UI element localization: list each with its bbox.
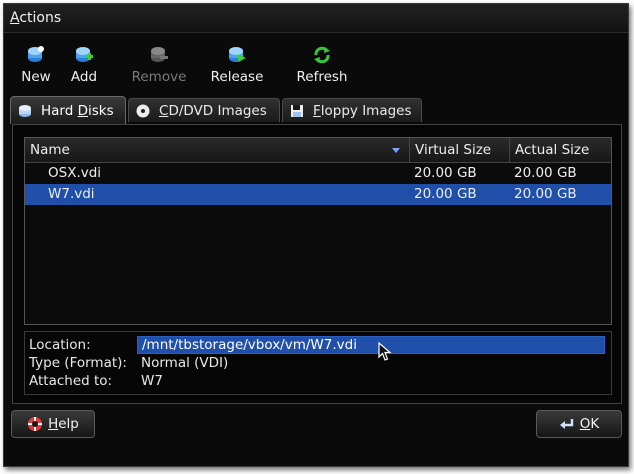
row-virtual-size: 20.00 GB: [414, 165, 477, 181]
row-name: W7.vdi: [48, 186, 95, 202]
tab-hard-disks[interactable]: Hard Disks: [10, 96, 126, 124]
refresh-label: Refresh: [296, 69, 348, 85]
floppy-icon: [291, 104, 303, 117]
refresh-button[interactable]: Refresh: [292, 45, 352, 85]
release-button[interactable]: Release: [206, 45, 268, 85]
ok-button[interactable]: OK: [536, 410, 622, 438]
location-label: Location:: [29, 337, 91, 353]
media-tabs: Hard Disks CD/DVD Images Floppy Images: [10, 96, 622, 124]
enter-arrow-icon: [559, 419, 573, 429]
mouse-pointer-icon: [378, 342, 392, 361]
row-name: OSX.vdi: [48, 165, 102, 181]
details-pane: Location: /mnt/tbstorage/vbox/vm/W7.vdi …: [24, 331, 612, 395]
remove-label: Remove: [131, 69, 187, 85]
lifebuoy-icon: [28, 417, 43, 431]
location-field[interactable]: /mnt/tbstorage/vbox/vm/W7.vdi: [137, 336, 605, 354]
attached-label: Attached to:: [29, 373, 113, 389]
hard-disks-panel: Name Virtual Size Actual Size OSX.vdi 20…: [12, 124, 622, 404]
new-button[interactable]: New: [17, 45, 55, 85]
refresh-icon: [314, 46, 330, 64]
cd-icon: [136, 104, 150, 117]
hard-disk-list[interactable]: Name Virtual Size Actual Size OSX.vdi 20…: [24, 137, 612, 325]
remove-disk-icon: [151, 47, 168, 62]
location-value: /mnt/tbstorage/vbox/vm/W7.vdi: [142, 337, 357, 353]
add-button[interactable]: Add: [66, 45, 102, 85]
toolbar: New Add Remove Release Refresh: [4, 33, 628, 91]
help-button[interactable]: Help: [11, 410, 95, 438]
add-label: Add: [70, 69, 98, 85]
type-label: Type (Format):: [29, 355, 127, 371]
table-row[interactable]: OSX.vdi 20.00 GB 20.00 GB: [25, 163, 611, 184]
hard-disk-icon: [19, 104, 31, 117]
tab-floppy-images[interactable]: Floppy Images: [282, 98, 422, 122]
menubar: Actions: [4, 4, 628, 33]
add-disk-icon: [76, 47, 93, 62]
tab-cd-dvd-images[interactable]: CD/DVD Images: [128, 98, 280, 122]
virtual-media-manager-window: Actions New Add Remove Release Refresh H…: [3, 3, 629, 467]
remove-button[interactable]: Remove: [128, 45, 190, 85]
attached-value: W7: [141, 373, 163, 389]
list-header: Name Virtual Size Actual Size: [25, 138, 611, 163]
new-disk-icon: [28, 46, 44, 62]
menu-actions[interactable]: Actions: [10, 10, 61, 26]
row-virtual-size: 20.00 GB: [414, 186, 477, 202]
table-row[interactable]: W7.vdi 20.00 GB 20.00 GB: [25, 184, 611, 205]
sort-arrow-icon: [392, 148, 400, 153]
release-label: Release: [210, 69, 264, 85]
release-disk-icon: [229, 47, 246, 62]
row-actual-size: 20.00 GB: [514, 165, 577, 181]
new-label: New: [21, 69, 51, 85]
row-actual-size: 20.00 GB: [514, 186, 577, 202]
column-actual-size-header[interactable]: Actual Size: [510, 138, 611, 162]
type-value: Normal (VDI): [141, 355, 229, 371]
column-name-header[interactable]: Name: [25, 138, 410, 162]
column-virtual-size-header[interactable]: Virtual Size: [410, 138, 510, 162]
